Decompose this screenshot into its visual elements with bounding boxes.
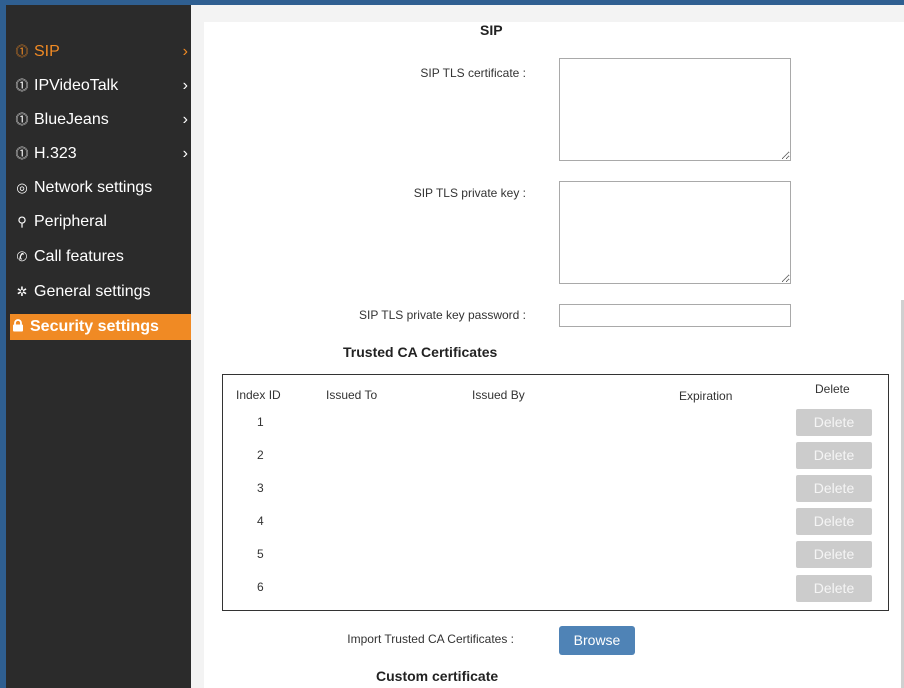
lock-icon (10, 314, 26, 340)
delete-button[interactable]: Delete (796, 541, 872, 568)
sidebar-item-label: H.323 (34, 145, 77, 162)
sip-tls-key-password-label: SIP TLS private key password : (359, 308, 526, 322)
delete-button[interactable]: Delete (796, 409, 872, 436)
sidebar-item-call-features[interactable]: ✆ Call features (14, 244, 192, 270)
table-row-index: 5 (257, 547, 264, 561)
sidebar-item-security-settings[interactable]: Security settings (10, 314, 191, 340)
sip-tls-certificate-input[interactable] (559, 58, 791, 161)
sidebar-item-h323[interactable]: ⓵ H.323 › (14, 141, 192, 167)
section-title-custom-certificate: Custom certificate (376, 668, 499, 684)
sip-tls-key-password-input[interactable] (559, 304, 791, 327)
sidebar-item-label: SIP (34, 43, 60, 60)
sidebar-item-label: IPVideoTalk (34, 77, 119, 94)
table-row-index: 4 (257, 514, 264, 528)
table-row-index: 1 (257, 415, 264, 429)
sidebar-item-label: Network settings (34, 179, 153, 196)
sip-tls-private-key-input[interactable] (559, 181, 791, 284)
browse-button[interactable]: Browse (559, 626, 635, 655)
table-row-index: 6 (257, 580, 264, 594)
sidebar-item-bluejeans[interactable]: ⓵ BlueJeans › (14, 107, 192, 133)
peripheral-icon: ⚲ (17, 214, 27, 229)
globe-icon: ◎ (16, 180, 28, 195)
section-title-trusted-ca: Trusted CA Certificates (343, 344, 498, 360)
chevron-right-icon: › (182, 145, 188, 162)
column-header-delete: Delete (815, 382, 850, 396)
sidebar-item-label: General settings (34, 283, 151, 300)
sidebar-item-label: Call features (34, 248, 124, 265)
column-header-issued-to: Issued To (326, 388, 378, 402)
table-row-index: 3 (257, 481, 264, 495)
sidebar-item-network-settings[interactable]: ◎ Network settings (14, 175, 192, 201)
delete-button[interactable]: Delete (796, 442, 872, 469)
import-trusted-ca-label: Import Trusted CA Certificates : (347, 632, 514, 646)
sidebar-item-label: Security settings (30, 318, 159, 335)
gear-icon: ✲ (16, 284, 28, 299)
column-header-expiration: Expiration (679, 389, 733, 403)
user-circle-icon: ⓵ (15, 44, 29, 59)
user-circle-icon: ⓵ (15, 112, 29, 127)
sidebar-item-label: BlueJeans (34, 111, 109, 128)
sidebar-item-label: Peripheral (34, 213, 107, 230)
sidebar-item-peripheral[interactable]: ⚲ Peripheral (14, 209, 192, 235)
column-header-issued-by: Issued By (472, 388, 525, 402)
chevron-right-icon: › (182, 43, 188, 60)
phone-icon: ✆ (16, 249, 28, 264)
chevron-right-icon: › (182, 77, 188, 94)
sidebar-item-ipvideotalk[interactable]: ⓵ IPVideoTalk › (14, 73, 192, 99)
column-header-index-id: Index ID (236, 388, 281, 402)
section-title-sip: SIP (480, 22, 503, 38)
user-circle-icon: ⓵ (15, 146, 29, 161)
user-circle-icon: ⓵ (15, 78, 29, 93)
table-row-index: 2 (257, 448, 264, 462)
delete-button[interactable]: Delete (796, 575, 872, 602)
sidebar-item-general-settings[interactable]: ✲ General settings (14, 279, 192, 305)
chevron-right-icon: › (182, 111, 188, 128)
delete-button[interactable]: Delete (796, 508, 872, 535)
sip-tls-certificate-label: SIP TLS certificate : (420, 66, 526, 80)
sidebar: ⓵ SIP › ⓵ IPVideoTalk › ⓵ BlueJeans › ⓵ H.32… (6, 5, 191, 688)
trusted-ca-table (222, 374, 889, 611)
delete-button[interactable]: Delete (796, 475, 872, 502)
sidebar-item-sip[interactable]: ⓵ SIP › (14, 39, 192, 65)
sip-tls-private-key-label: SIP TLS private key : (413, 186, 526, 200)
